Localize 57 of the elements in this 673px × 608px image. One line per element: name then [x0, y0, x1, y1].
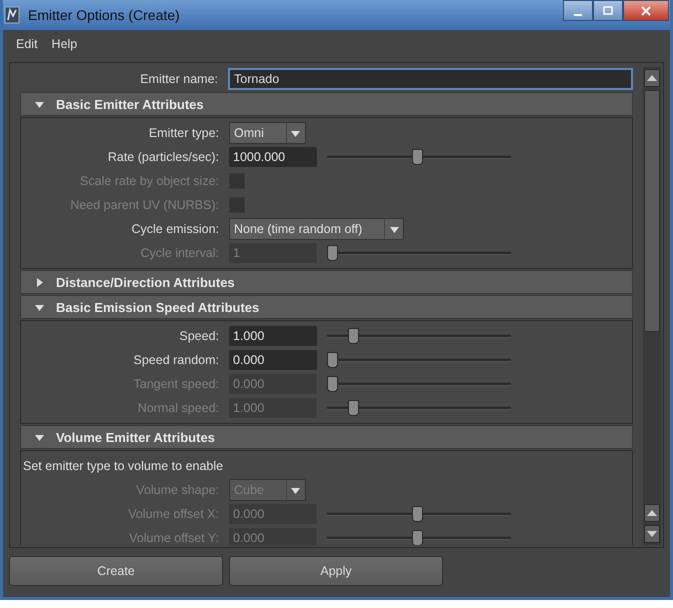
menu-item[interactable]: Help	[46, 35, 82, 53]
scroll-down-icon[interactable]	[644, 525, 660, 543]
scroll-up-icon[interactable]	[644, 69, 660, 87]
number-field: 0.000	[229, 374, 317, 394]
caret-icon	[291, 486, 300, 494]
number-field: 1.000	[229, 398, 317, 418]
field-label: Cycle emission:	[130, 222, 219, 236]
scroll-thumb[interactable]	[644, 90, 660, 332]
field-label: Rate (particles/sec):	[106, 150, 219, 164]
number-field: 0.000	[229, 528, 317, 545]
section-title: Distance/Direction Attributes	[56, 274, 235, 290]
section-title: Basic Emitter Attributes	[56, 96, 204, 112]
minimize-button[interactable]	[563, 0, 593, 21]
close-icon	[640, 6, 652, 16]
dropdown[interactable]: Omni	[229, 122, 306, 144]
field-label: Speed random:	[132, 353, 219, 367]
name-field[interactable]: Tornado	[228, 68, 633, 90]
minimize-icon	[574, 14, 582, 16]
field-label: Normal speed:	[136, 401, 219, 415]
field-label: Volume offset Y:	[128, 531, 219, 545]
number-field: 1	[229, 243, 317, 263]
dialog-button[interactable]: Create	[9, 556, 223, 586]
field-label: Volume offset X:	[127, 507, 219, 521]
slider-thumb[interactable]	[348, 328, 359, 344]
number-field: 0.000	[229, 504, 317, 524]
section-header[interactable]: Distance/Direction Attributes	[20, 270, 633, 294]
window-title: Emitter Options (Create)	[28, 7, 180, 23]
field-label: Scale rate by object size:	[79, 174, 219, 188]
note-text: Set emitter type to volume to enable	[23, 459, 224, 473]
maximize-icon	[602, 6, 614, 16]
field-label: Volume shape:	[135, 483, 219, 497]
number-field[interactable]: 1000.000	[229, 147, 317, 167]
field-label: Cycle interval:	[140, 246, 219, 260]
scroll-up-icon[interactable]	[644, 504, 660, 522]
scrollbar[interactable]	[643, 67, 661, 545]
field-label: Emitter type:	[148, 126, 219, 140]
field-label: Tangent speed:	[132, 377, 219, 391]
section-title: Basic Emission Speed Attributes	[56, 300, 260, 314]
field-label: Need parent UV (NURBS):	[69, 198, 219, 212]
section-header[interactable]: Basic Emitter Attributes	[20, 92, 633, 116]
slider-thumb[interactable]	[412, 149, 424, 165]
caret-icon	[390, 224, 399, 234]
slider-thumb[interactable]	[327, 352, 338, 368]
caret-icon	[291, 128, 300, 138]
number-field[interactable]: 0.000	[229, 350, 317, 370]
section-header[interactable]: Basic Emission Speed Attributes	[20, 295, 633, 319]
number-field[interactable]: 1.000	[229, 326, 317, 346]
field-label: Emitter name:	[139, 72, 218, 86]
dialog-button[interactable]: Apply	[229, 556, 443, 586]
section-header[interactable]: Volume Emitter Attributes	[20, 425, 633, 449]
close-button[interactable]	[623, 0, 669, 21]
maximize-button[interactable]	[593, 0, 623, 21]
field-label: Speed:	[178, 329, 219, 343]
menu-item[interactable]: Edit	[11, 35, 43, 53]
app-icon	[4, 6, 20, 24]
section-title: Volume Emitter Attributes	[56, 430, 215, 444]
dropdown[interactable]: None (time random off)	[229, 218, 404, 240]
